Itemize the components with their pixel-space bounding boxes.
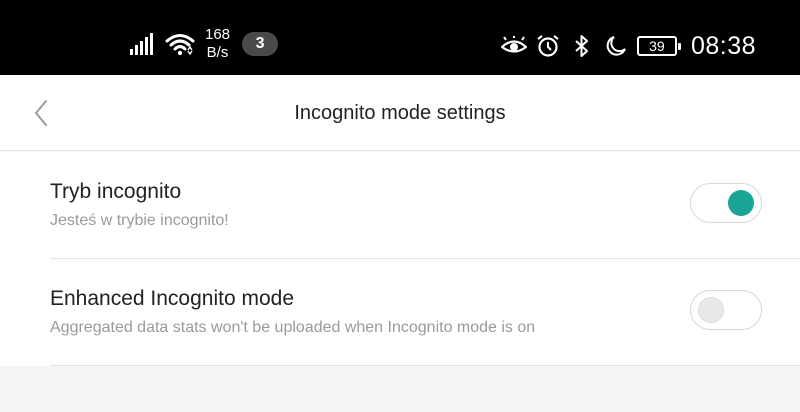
setting-subtitle: Aggregated data stats won't be uploaded … (50, 319, 536, 336)
network-speed-value: 168 (205, 26, 231, 43)
setting-subtitle: Jesteś w trybie incognito! (50, 212, 229, 229)
battery-level: 39 (649, 38, 665, 54)
notification-count-badge: 3 (242, 32, 279, 56)
do-not-disturb-moon-icon (603, 33, 629, 59)
status-bar: 168 B/s 3 39 08:38 (0, 0, 800, 75)
signal-icon (130, 33, 153, 55)
eye-comfort-icon (500, 33, 527, 59)
setting-title: Tryb incognito (50, 180, 182, 203)
status-bar-right: 39 08:38 (500, 26, 756, 66)
enhanced-incognito-toggle[interactable] (690, 290, 762, 330)
title-bar: Incognito mode settings (0, 75, 800, 151)
incognito-toggle[interactable] (690, 183, 762, 223)
status-bar-clock: 08:38 (690, 31, 756, 60)
page-title: Incognito mode settings (294, 102, 506, 124)
toggle-knob (698, 297, 724, 323)
setting-row-incognito[interactable]: Tryb incognito Jesteś w trybie incognito… (50, 152, 800, 259)
network-speed: 168 B/s (205, 26, 230, 62)
setting-row-enhanced-incognito[interactable]: Enhanced Incognito mode Aggregated data … (50, 259, 800, 366)
battery-icon: 39 (636, 36, 681, 56)
toggle-knob (728, 190, 754, 216)
network-speed-unit: B/s (206, 44, 229, 61)
bluetooth-icon (569, 33, 595, 59)
status-bar-left: 168 B/s 3 (130, 24, 279, 64)
alarm-icon (535, 33, 561, 59)
settings-list: Tryb incognito Jesteś w trybie incognito… (0, 152, 800, 366)
wifi-icon (165, 34, 195, 56)
page-background (0, 368, 800, 412)
setting-title: Enhanced Incognito mode (50, 287, 295, 310)
